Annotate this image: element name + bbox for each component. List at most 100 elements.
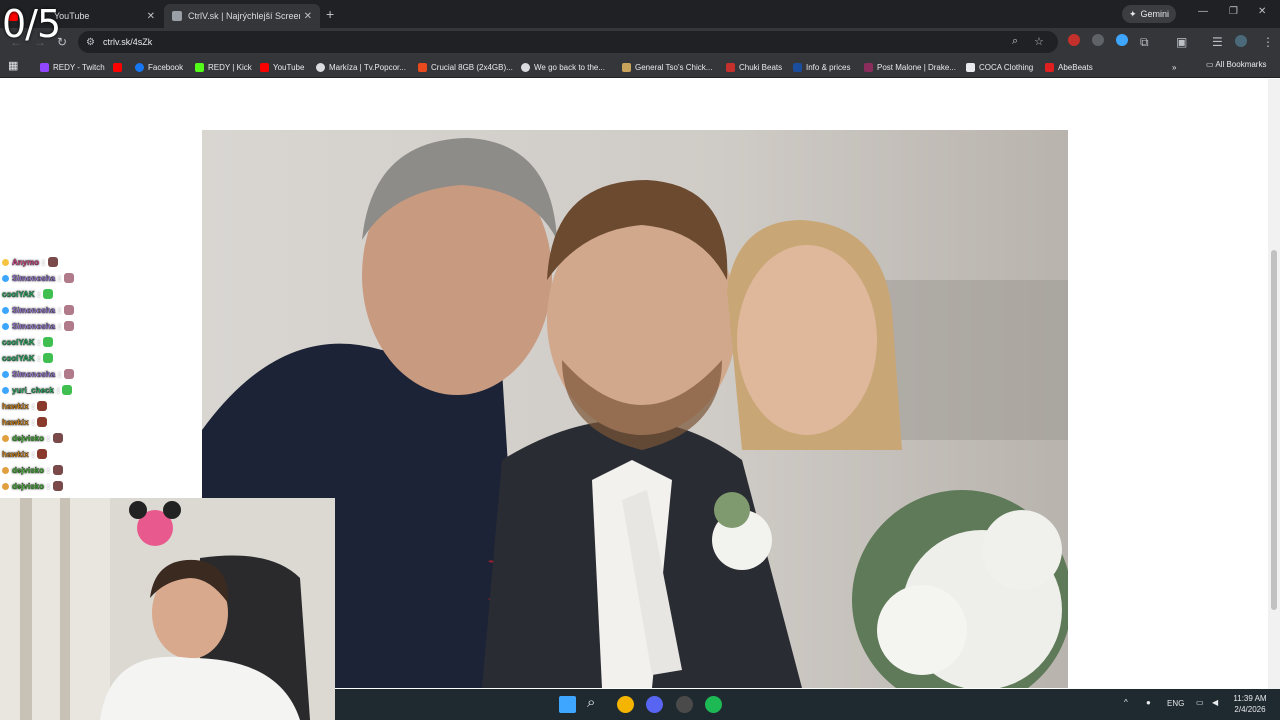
tab-search-icon[interactable]: ▣ (1176, 35, 1187, 49)
app-icon[interactable] (676, 696, 693, 713)
bookmark-label: We go back to the... (534, 62, 606, 72)
chevron-up-icon[interactable]: ^ (1124, 698, 1128, 707)
badge-icon (2, 258, 9, 266)
chat-message: coolYAK: (2, 286, 202, 302)
bookmark-item[interactable]: Post Malone | Drake... (864, 60, 956, 74)
bookmark-item[interactable]: YouTube (260, 60, 304, 74)
menu-icon[interactable]: ⋮ (1262, 35, 1274, 49)
extension-icon[interactable] (1092, 34, 1104, 46)
zoom-icon[interactable]: ⌕ (1012, 35, 1018, 48)
badge-icon (2, 466, 9, 474)
bookmark-item[interactable]: Markíza | Tv.Popcor... (316, 60, 406, 74)
webcam-illustration (0, 498, 335, 720)
language-indicator[interactable]: ENG (1167, 699, 1184, 708)
chat-message: dejvisko: (2, 478, 202, 494)
bookmark-star-icon[interactable]: ☆ (1034, 35, 1044, 48)
browser-toolbar: ← → ↻ ⚙ ctrlv.sk/4sZk ⌕ ☆ ⧉ ▣ ☰ ⋮ (0, 28, 1280, 56)
bookmark-item[interactable]: Info & prices (793, 60, 850, 74)
search-icon[interactable]: ⌕ (587, 694, 604, 711)
gemini-button[interactable]: ✦ Gemini (1122, 5, 1177, 23)
microphone-icon[interactable]: ● (1146, 698, 1151, 707)
chat-message: dejvisko: (2, 430, 202, 446)
chat-username: coolYAK (2, 337, 35, 347)
badge-icon (2, 306, 9, 314)
badge-icon (2, 434, 9, 442)
youtube-icon (113, 62, 122, 72)
chat-message: Simonosha: (2, 318, 202, 334)
windows-start-icon[interactable] (559, 696, 576, 713)
bookmark-item[interactable] (113, 60, 122, 74)
kick-icon (195, 62, 204, 72)
chat-username: hawkix (2, 449, 29, 459)
webcam-overlay (0, 498, 335, 720)
media-controls-icon[interactable]: ☰ (1212, 35, 1223, 49)
url-text: ctrlv.sk/4sZk (102, 37, 153, 47)
bookmark-item[interactable]: REDY | Kick (195, 60, 252, 74)
bookmark-label: REDY | Kick (208, 62, 252, 72)
spotify-icon[interactable] (705, 696, 722, 713)
bookmark-item[interactable]: COCA Clothing (966, 60, 1033, 74)
twitch-icon (40, 62, 49, 72)
chat-message: hawkix: (2, 414, 202, 430)
emote-icon (63, 321, 74, 331)
apps-grid-icon[interactable]: ▦ (8, 58, 18, 72)
bookmark-label: YouTube (273, 62, 305, 72)
bookmark-item[interactable]: General Tso's Chick... (622, 60, 712, 74)
volume-icon[interactable]: ◀ (1212, 698, 1218, 707)
emote-icon (37, 417, 48, 427)
chat-username: hawkix (2, 417, 29, 427)
bookmark-item[interactable]: REDY - Twitch (40, 60, 105, 74)
bookmark-label: General Tso's Chick... (635, 62, 713, 72)
chrome-icon[interactable] (617, 696, 634, 713)
close-tab-icon[interactable]: ✕ (304, 11, 312, 22)
address-bar[interactable]: ⚙ ctrlv.sk/4sZk ⌕ ☆ (78, 31, 1058, 53)
badge-icon (2, 386, 9, 394)
bookmark-item[interactable]: Facebook (135, 60, 183, 74)
bookmarks-bar: ▦ REDY - Twitch Facebook REDY | Kick You… (0, 56, 1280, 78)
extension-icon[interactable] (1116, 34, 1128, 46)
system-clock[interactable]: 11:39 AM 2/4/2026 (1226, 693, 1274, 715)
restore-icon[interactable]: ❐ (1229, 6, 1238, 17)
bookmark-item[interactable]: Crucial 8GB (2x4GB)... (418, 60, 513, 74)
chat-message: hawkix: (2, 398, 202, 414)
new-tab-icon[interactable]: + (326, 6, 334, 22)
emote-icon (52, 465, 63, 475)
bookmark-label: Chuki Beats (739, 62, 783, 72)
all-bookmarks-label: All Bookmarks (1215, 60, 1267, 69)
badge-icon (2, 482, 9, 490)
facebook-icon (135, 62, 144, 72)
extensions-puzzle-icon[interactable]: ⧉ (1140, 35, 1149, 50)
music-icon (864, 62, 873, 72)
sparkle-icon: ✦ (1129, 8, 1137, 19)
extension-icon[interactable] (1068, 34, 1080, 46)
emote-icon (63, 369, 74, 379)
chat-username: dejvisko (12, 481, 45, 491)
chat-username: Anymo (12, 257, 40, 267)
close-tab-icon[interactable]: ✕ (147, 11, 155, 22)
bookmark-item[interactable]: Chuki Beats (726, 60, 782, 74)
scrollbar-thumb[interactable] (1271, 250, 1277, 610)
window-close-icon[interactable]: ✕ (1258, 6, 1266, 17)
emote-icon (37, 401, 48, 411)
abebeats-icon (1045, 62, 1054, 72)
bookmark-item[interactable]: AbeBeats (1045, 60, 1093, 74)
tab-ctrlv[interactable]: CtrlV.sk | Najrýchlejší ScreenSh ✕ (164, 4, 320, 28)
badge-icon (2, 322, 9, 330)
discord-icon[interactable] (646, 696, 663, 713)
chat-username: Simonosha (12, 369, 56, 379)
profile-avatar[interactable] (1235, 35, 1247, 47)
all-bookmarks[interactable]: ▭ All Bookmarks (1206, 60, 1266, 69)
emote-icon (47, 257, 58, 267)
emote-icon (43, 337, 54, 347)
bookmark-label: Post Malone | Drake... (877, 62, 956, 72)
chat-message: Simonosha: (2, 270, 202, 286)
network-icon[interactable]: ▭ (1196, 698, 1204, 707)
clock-date: 2/4/2026 (1234, 705, 1266, 714)
chevron-right-icon[interactable]: » (1172, 60, 1176, 74)
emote-icon (43, 289, 54, 299)
minimize-icon[interactable]: — (1198, 6, 1208, 17)
site-info-icon[interactable]: ⚙ (86, 37, 95, 48)
ctrlv-icon (172, 11, 182, 21)
bookmark-item[interactable]: We go back to the... (521, 60, 605, 74)
emote-icon (63, 305, 74, 315)
